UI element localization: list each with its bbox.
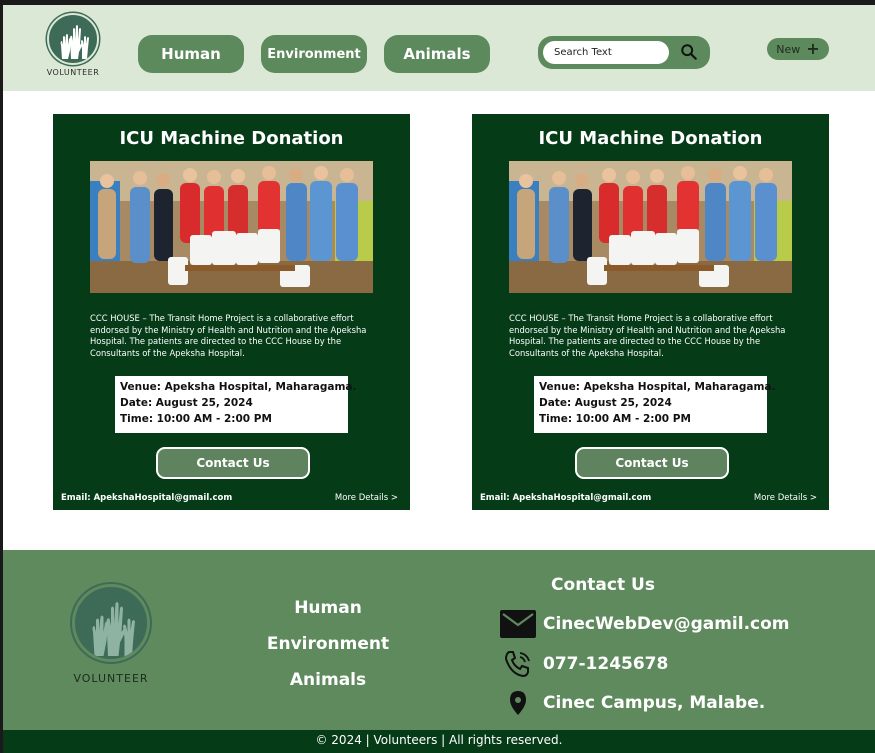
header: VOLUNTEER Human Environment Animals New … (3, 5, 875, 91)
nav-animals-button[interactable]: Animals (384, 35, 490, 73)
hands-logo-icon (72, 584, 150, 662)
event-venue: Venue: Apeksha Hospital, Maharagama. (120, 381, 357, 393)
more-details-link[interactable]: More Details > (335, 493, 398, 503)
event-card: ICU Machine Donation CCC HOUSE – The Tra… (53, 114, 410, 510)
footer-logo[interactable]: VOLUNTEER (71, 584, 151, 685)
contact-phone[interactable]: 077-1245678 (543, 654, 668, 674)
logo[interactable]: VOLUNTEER (43, 13, 103, 77)
search-input[interactable] (543, 41, 669, 64)
plus-icon: + (806, 39, 820, 58)
event-venue: Venue: Apeksha Hospital, Maharagama. (539, 381, 776, 393)
event-time: Time: 10:00 AM - 2:00 PM (120, 413, 272, 425)
search-bar (538, 36, 710, 69)
card-title: ICU Machine Donation (119, 128, 344, 149)
new-label: New (776, 42, 801, 56)
new-button[interactable]: New + (767, 38, 829, 60)
contact-heading: Contact Us (551, 575, 655, 595)
contact-location: Cinec Campus, Malabe. (543, 693, 766, 713)
event-time: Time: 10:00 AM - 2:00 PM (539, 413, 691, 425)
card-email: Email: ApekshaHospital@gmail.com (61, 493, 233, 503)
contact-location-row: Cinec Campus, Malabe. (500, 689, 765, 717)
event-photo (509, 161, 792, 293)
contact-us-button[interactable]: Contact Us (575, 447, 729, 479)
footer-link-animals[interactable]: Animals (248, 670, 408, 690)
copyright: © 2024 | Volunteers | All rights reserve… (3, 730, 875, 753)
footer-nav: Human Environment Animals (248, 598, 408, 706)
nav-human-button[interactable]: Human (138, 35, 244, 73)
contact-email[interactable]: CinecWebDev@gamil.com (543, 614, 790, 634)
search-icon[interactable] (680, 43, 698, 61)
footer: VOLUNTEER Human Environment Animals Cont… (3, 550, 875, 730)
event-info-box: Venue: Apeksha Hospital, Maharagama. Dat… (534, 376, 776, 433)
contact-phone-row: 077-1245678 (500, 650, 668, 678)
mail-icon (500, 610, 536, 638)
contact-us-button[interactable]: Contact Us (156, 447, 310, 479)
location-pin-icon (500, 689, 536, 717)
card-description: CCC HOUSE – The Transit Home Project is … (90, 313, 367, 358)
phone-icon (500, 650, 536, 678)
event-card: ICU Machine Donation CCC HOUSE – The Tra… (472, 114, 829, 510)
footer-link-environment[interactable]: Environment (248, 634, 408, 654)
contact-email-row: CinecWebDev@gamil.com (500, 610, 790, 638)
footer-link-human[interactable]: Human (248, 598, 408, 618)
more-details-link[interactable]: More Details > (754, 493, 817, 503)
event-photo (90, 161, 373, 293)
nav-environment-button[interactable]: Environment (261, 35, 367, 73)
logo-text: VOLUNTEER (46, 68, 100, 77)
card-description: CCC HOUSE – The Transit Home Project is … (509, 313, 786, 358)
event-date: Date: August 25, 2024 (539, 397, 672, 409)
card-title: ICU Machine Donation (538, 128, 763, 149)
event-date: Date: August 25, 2024 (120, 397, 253, 409)
card-email: Email: ApekshaHospital@gmail.com (480, 493, 652, 503)
footer-logo-text: VOLUNTEER (73, 672, 149, 685)
page: VOLUNTEER Human Environment Animals New … (3, 5, 875, 753)
hands-logo-icon (47, 13, 99, 65)
event-info-box: Venue: Apeksha Hospital, Maharagama. Dat… (115, 376, 357, 433)
